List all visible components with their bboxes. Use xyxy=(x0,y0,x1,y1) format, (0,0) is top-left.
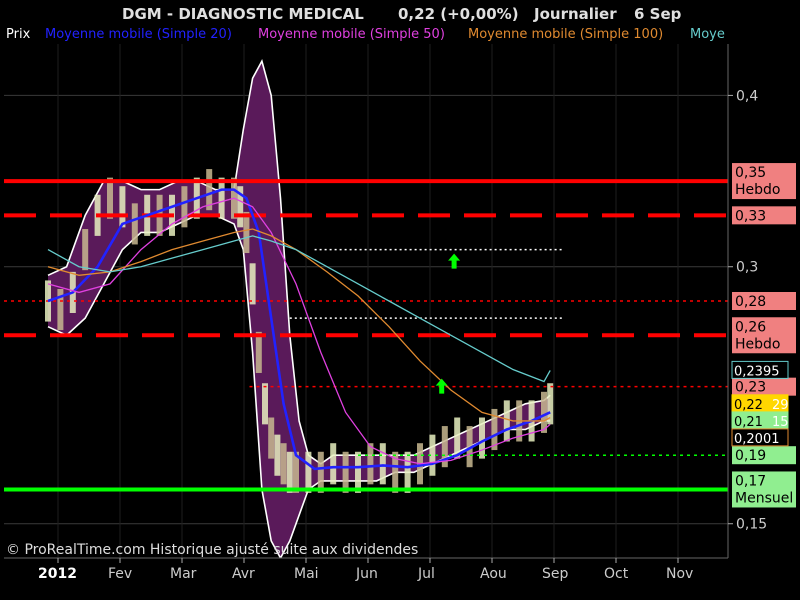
price-bar xyxy=(342,451,349,493)
value-label: 0,2001 xyxy=(734,432,780,447)
value-label: 0,2395 xyxy=(734,364,780,379)
x-tick-label: Mai xyxy=(294,566,319,582)
price-bar xyxy=(541,391,547,433)
y-tick-label: 0,15 xyxy=(736,517,767,533)
x-tick-label: Avr xyxy=(232,566,255,582)
price-bar xyxy=(274,434,281,476)
price-bar xyxy=(268,417,275,459)
price-bar xyxy=(280,443,287,485)
x-tick-label: Oct xyxy=(604,566,629,582)
level-label: 0,35 xyxy=(735,165,766,181)
legend-item-ma200: Moye xyxy=(690,27,725,42)
level-label: 0,28 xyxy=(735,294,766,310)
price-bar xyxy=(82,229,89,271)
level-sublabel: Mensuel xyxy=(735,490,793,506)
y-tick-label: 0,4 xyxy=(736,88,758,104)
level-label: 0,23 xyxy=(735,380,766,396)
price-bar xyxy=(454,417,461,459)
price-bar xyxy=(181,186,188,228)
legend-item-ma100: Moyenne mobile (Simple 100) xyxy=(468,27,663,42)
x-tick-label: Nov xyxy=(666,566,693,582)
value-label: 0,22 xyxy=(734,398,763,413)
chart-header: DGM - DIAGNOSTIC MEDICAL 0,22 (+0,00%) J… xyxy=(122,5,682,23)
price-bar xyxy=(255,331,262,373)
value-label-suffix: 15 xyxy=(772,415,789,430)
chart-title: DGM - DIAGNOSTIC MEDICAL xyxy=(122,5,364,23)
value-label: 0,21 xyxy=(734,415,763,430)
price-bar xyxy=(379,443,386,485)
period-label: Journalier xyxy=(533,5,617,23)
legend-item-prix: Prix xyxy=(6,27,31,42)
x-tick-label: Jul xyxy=(417,566,435,582)
price-bar xyxy=(243,211,250,254)
level-label: 0,33 xyxy=(735,208,766,224)
x-tick-label: Jun xyxy=(355,566,378,582)
x-tick-label: Sep xyxy=(542,566,569,582)
x-tick-label: 2012 xyxy=(38,566,77,582)
price-bar xyxy=(355,451,361,493)
legend-item-ma20: Moyenne mobile (Simple 20) xyxy=(45,27,232,42)
value-label-suffix: 29 xyxy=(772,398,789,413)
price-bar xyxy=(503,400,510,442)
level-label: 0,26 xyxy=(735,319,766,335)
x-tick-label: Mar xyxy=(170,566,197,582)
legend: Prix Moyenne mobile (Simple 20) Moyenne … xyxy=(6,27,725,42)
x-tick-label: Aou xyxy=(480,566,507,582)
price-bar xyxy=(479,417,485,459)
price-bar xyxy=(131,203,138,245)
copyright-text: © ProRealTime.com Historique ajusté suit… xyxy=(6,542,418,558)
price-bar xyxy=(119,186,126,228)
price-bar xyxy=(367,443,374,485)
quote-value: 0,22 (+0,00%) xyxy=(398,5,519,23)
price-bar xyxy=(330,443,337,485)
price-bar xyxy=(262,383,268,425)
level-label: 0,17 xyxy=(735,473,766,489)
level-label: 0,19 xyxy=(735,448,766,464)
date-label: 6 Sep xyxy=(634,5,682,23)
price-bar xyxy=(317,451,324,493)
legend-item-ma50: Moyenne mobile (Simple 50) xyxy=(258,27,445,42)
x-tick-label: Fev xyxy=(108,566,132,582)
price-bar xyxy=(305,451,312,493)
price-bar xyxy=(107,177,113,219)
price-bar xyxy=(286,451,293,493)
chart-canvas: DGM - DIAGNOSTIC MEDICAL 0,22 (+0,00%) J… xyxy=(0,0,800,600)
level-sublabel: Hebdo xyxy=(735,336,780,352)
price-bar xyxy=(218,177,225,219)
price-bar xyxy=(249,263,256,305)
y-tick-label: 0,3 xyxy=(736,260,758,276)
level-sublabel: Hebdo xyxy=(735,182,780,198)
price-bar xyxy=(404,451,411,493)
